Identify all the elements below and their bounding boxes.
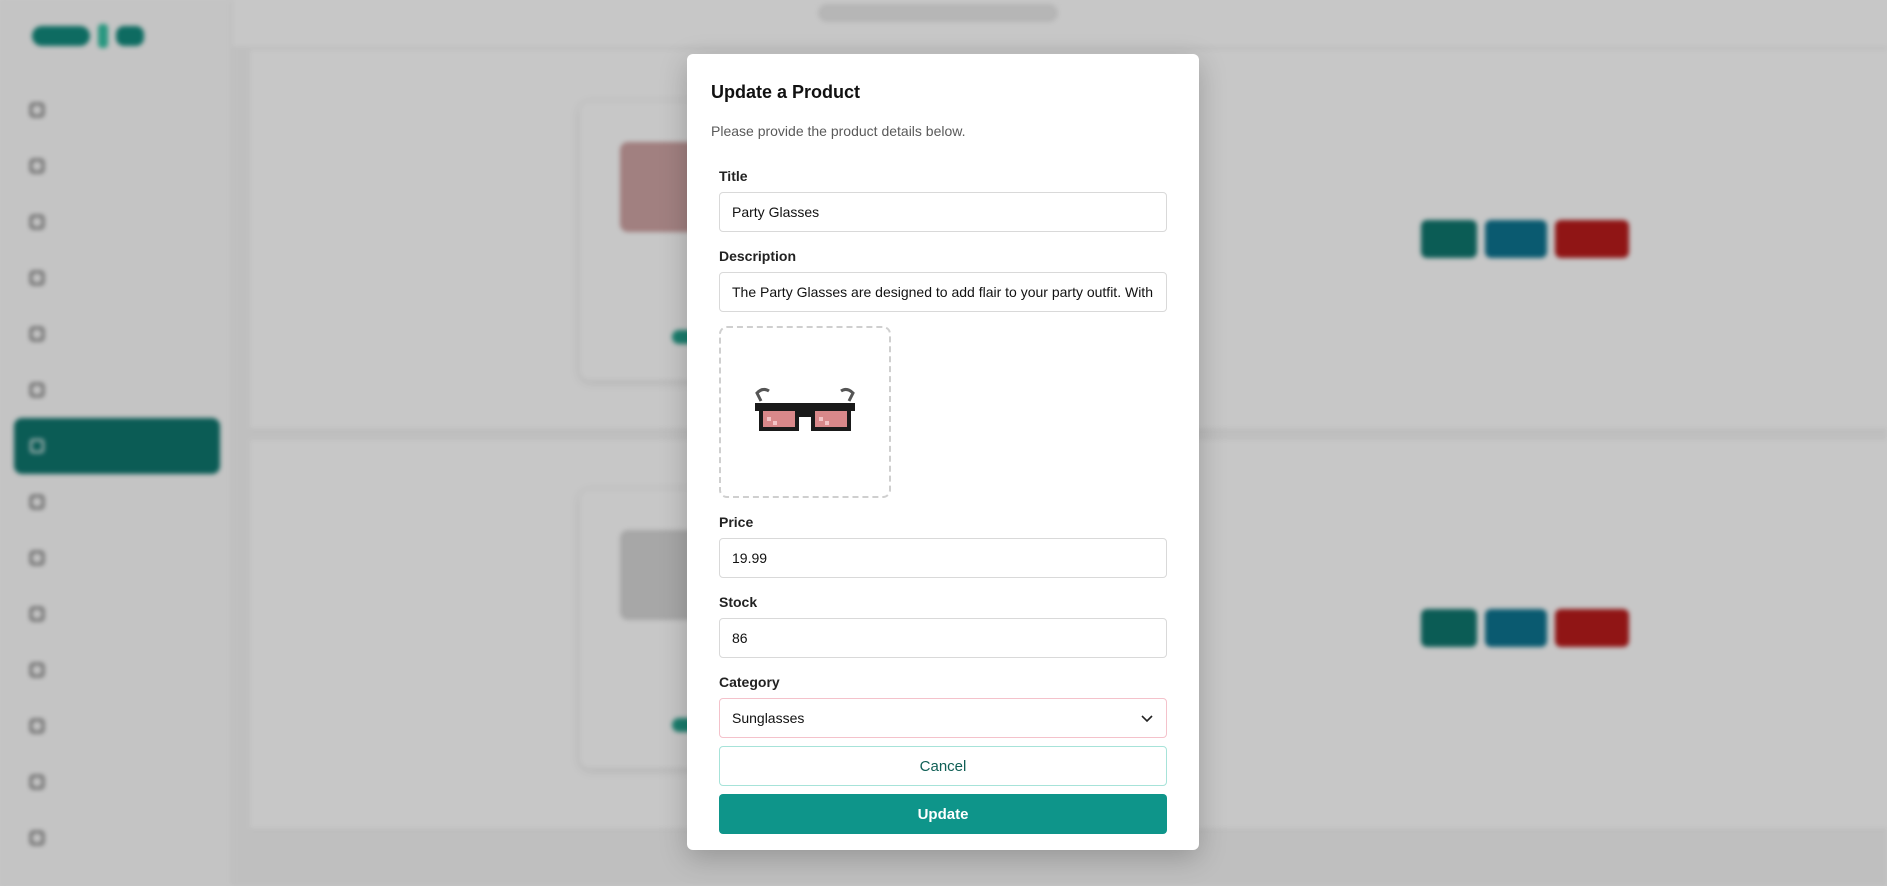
price-field[interactable] — [719, 538, 1167, 578]
modal-title: Update a Product — [711, 82, 861, 102]
update-product-modal: Update a Product Please provide the prod… — [687, 54, 1199, 850]
price-input[interactable] — [732, 550, 1166, 566]
title-field[interactable] — [719, 192, 1167, 232]
description-field[interactable] — [719, 272, 1167, 312]
stock-input[interactable] — [732, 630, 1166, 646]
title-input[interactable] — [732, 204, 1166, 220]
update-button[interactable]: Update — [719, 794, 1167, 834]
description-label: Description — [719, 248, 797, 264]
chevron-down-icon — [1141, 715, 1153, 723]
category-selected-value: Sunglasses — [732, 710, 805, 726]
stock-field[interactable] — [719, 618, 1167, 658]
category-label: Category — [719, 674, 780, 690]
cancel-button[interactable]: Cancel — [719, 746, 1167, 786]
price-label: Price — [719, 514, 754, 530]
modal-subtitle: Please provide the product details below… — [711, 123, 966, 139]
image-upload[interactable] — [719, 326, 891, 498]
stock-label: Stock — [719, 594, 758, 610]
description-input[interactable] — [732, 284, 1166, 300]
glasses-image — [755, 387, 855, 431]
category-select[interactable]: Sunglasses — [719, 698, 1167, 738]
title-label: Title — [719, 168, 748, 184]
